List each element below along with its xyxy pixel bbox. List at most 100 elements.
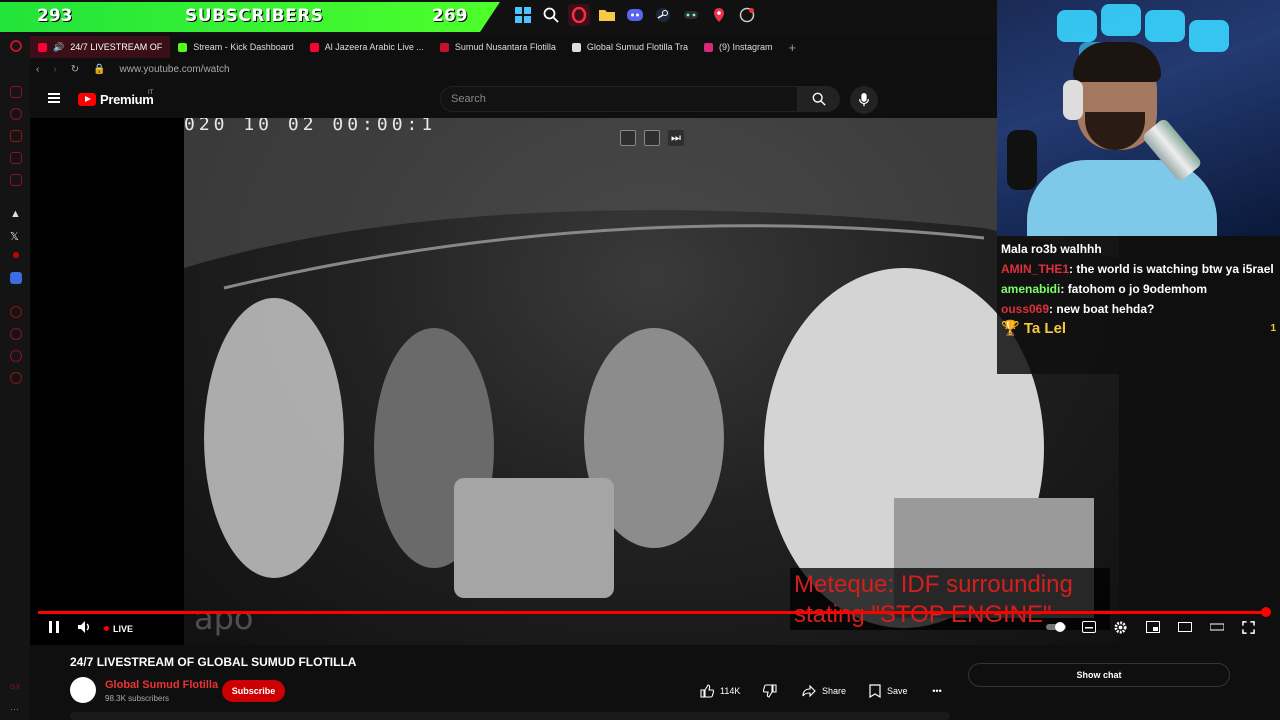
notification-icon[interactable]	[736, 4, 758, 26]
reload-icon[interactable]: ↻	[71, 64, 79, 75]
live-dot-icon	[104, 626, 109, 632]
chat-icon[interactable]	[10, 152, 22, 164]
discord-icon[interactable]	[624, 4, 646, 26]
description-box[interactable]	[70, 712, 950, 720]
headset	[1063, 80, 1083, 120]
x-icon[interactable]: 𝕏	[10, 230, 19, 243]
history-icon[interactable]	[10, 328, 22, 340]
settings-icon[interactable]	[10, 372, 22, 384]
cinema-button[interactable]	[1209, 621, 1225, 636]
tab-sumud-nusantara[interactable]: Sumud Nusantara Flotilla	[432, 36, 564, 58]
folder-icon[interactable]	[596, 4, 618, 26]
screen: 293 SUBSCRIBERS 269 ▲ 𝕏 GX ··· 🔊 24/7 LI…	[0, 0, 1280, 720]
gamepad-icon[interactable]	[10, 86, 22, 98]
dislike-button[interactable]	[763, 680, 777, 702]
refresh-icon[interactable]	[10, 108, 22, 120]
video-player[interactable]: 020 10 02 00:00:1 ⏭ apo Meteque: IDF sur…	[184, 118, 1119, 645]
flow-icon[interactable]	[10, 350, 22, 362]
xbox-icon[interactable]	[680, 4, 702, 26]
progress-bar[interactable]	[38, 611, 1268, 614]
kick-favicon-icon	[178, 42, 188, 52]
more-actions-button[interactable]: •••	[926, 680, 948, 702]
search-input[interactable]: Search	[440, 86, 798, 112]
hex-light	[1057, 10, 1097, 42]
tab-instagram[interactable]: (9) Instagram	[696, 36, 781, 58]
live-label: LIVE	[113, 623, 134, 634]
autoplay-icon	[1046, 622, 1066, 632]
copy-icon[interactable]	[620, 130, 636, 146]
channel-name[interactable]: Global Sumud Flotilla	[105, 679, 218, 691]
search-button[interactable]	[798, 86, 840, 112]
subscribe-button[interactable]: Subscribe	[222, 680, 285, 702]
tab-kick-dashboard[interactable]: Stream - Kick Dashboard	[170, 36, 302, 58]
speaker-icon[interactable]: 🔊	[53, 42, 64, 53]
youtube-logo[interactable]: Premium	[78, 92, 154, 107]
streamer-webcam	[997, 0, 1280, 236]
chat-message: AMIN_THE1: the world is watching btw ya …	[1001, 259, 1276, 279]
voice-search-button[interactable]	[850, 86, 878, 114]
chat-text: : fatohom o jo 9odemhom	[1060, 282, 1208, 296]
like-count: 114K	[720, 686, 741, 696]
tab-youtube-livestream[interactable]: 🔊 24/7 LIVESTREAM OF	[30, 36, 171, 58]
thumbs-down-icon	[763, 684, 777, 698]
opera-logo-icon[interactable]	[10, 40, 22, 52]
chat-highlight: 🏆 Ta Lel 1	[1001, 319, 1276, 337]
popout-icon[interactable]	[644, 130, 660, 146]
tab-label: Stream - Kick Dashboard	[193, 42, 294, 52]
country-code: IT	[148, 90, 154, 96]
subscriber-label: SUBSCRIBERS	[185, 6, 324, 26]
live-badge[interactable]: LIVE	[104, 621, 133, 635]
fullscreen-button[interactable]	[1242, 621, 1255, 637]
autoplay-toggle[interactable]	[1046, 621, 1068, 636]
bookmark-icon	[869, 684, 881, 698]
tab-al-jazeera[interactable]: Al Jazeera Arabic Live ...	[302, 36, 432, 58]
theater-mode-button[interactable]	[1178, 621, 1192, 636]
like-button[interactable]: 114K	[700, 680, 741, 702]
video-frame-scene	[184, 118, 1119, 628]
settings-button[interactable]	[1114, 621, 1127, 637]
wide-icon	[1209, 623, 1225, 631]
miniplayer-button[interactable]	[1146, 621, 1160, 636]
chat-message: amenabidi: fatohom o jo 9odemhom	[1001, 279, 1276, 299]
maps-pin-icon[interactable]	[708, 4, 730, 26]
progress-scrubber[interactable]	[1261, 607, 1271, 617]
share-icon	[802, 685, 816, 697]
aria-icon[interactable]: ▲	[10, 208, 21, 220]
new-tab-button[interactable]: +	[789, 40, 797, 55]
volume-button[interactable]	[78, 621, 92, 636]
instagram-favicon-icon	[703, 42, 713, 52]
browser-sidebar: ▲ 𝕏 GX ···	[0, 34, 30, 720]
gx-icon[interactable]: GX	[10, 684, 20, 691]
windows-icon[interactable]	[512, 4, 534, 26]
subtitles-button[interactable]	[1082, 621, 1096, 636]
steam-icon[interactable]	[652, 4, 674, 26]
search-icon[interactable]	[540, 4, 562, 26]
show-chat-button[interactable]: Show chat	[968, 663, 1230, 687]
chat-text: : the world is watching btw ya i5rael	[1069, 262, 1274, 276]
skip-next-icon[interactable]: ⏭	[668, 130, 684, 146]
channel-avatar[interactable]	[70, 677, 96, 703]
extension-icon[interactable]	[10, 272, 22, 284]
tracker-favicon-icon	[571, 42, 581, 52]
tab-global-sumud[interactable]: Global Sumud Flotilla Tra	[564, 36, 696, 58]
back-icon[interactable]: ‹	[36, 64, 39, 75]
pause-button[interactable]	[48, 621, 60, 636]
menu-icon[interactable]	[48, 93, 60, 103]
tab-label: Global Sumud Flotilla Tra	[586, 42, 688, 52]
forward-icon[interactable]: ›	[53, 64, 56, 75]
tab-label: (9) Instagram	[718, 42, 773, 52]
player-icon[interactable]	[10, 306, 22, 318]
more-icon[interactable]: ···	[10, 704, 19, 714]
twitch-icon[interactable]	[10, 130, 22, 142]
opera-icon[interactable]	[568, 4, 590, 26]
youtube-icon[interactable]	[13, 252, 19, 258]
chat-text: : new boat hehda?	[1049, 302, 1155, 316]
pause-icon	[49, 621, 59, 633]
share-label: Share	[822, 686, 847, 696]
share-button[interactable]: Share	[802, 680, 847, 702]
address-bar: ‹ › ↻ 🔒 www.youtube.com/watch	[30, 59, 1000, 79]
music-icon[interactable]	[10, 174, 22, 186]
hex-light	[1145, 10, 1185, 42]
save-button[interactable]: Save	[869, 680, 908, 702]
url-field[interactable]: www.youtube.com/watch	[120, 64, 230, 75]
